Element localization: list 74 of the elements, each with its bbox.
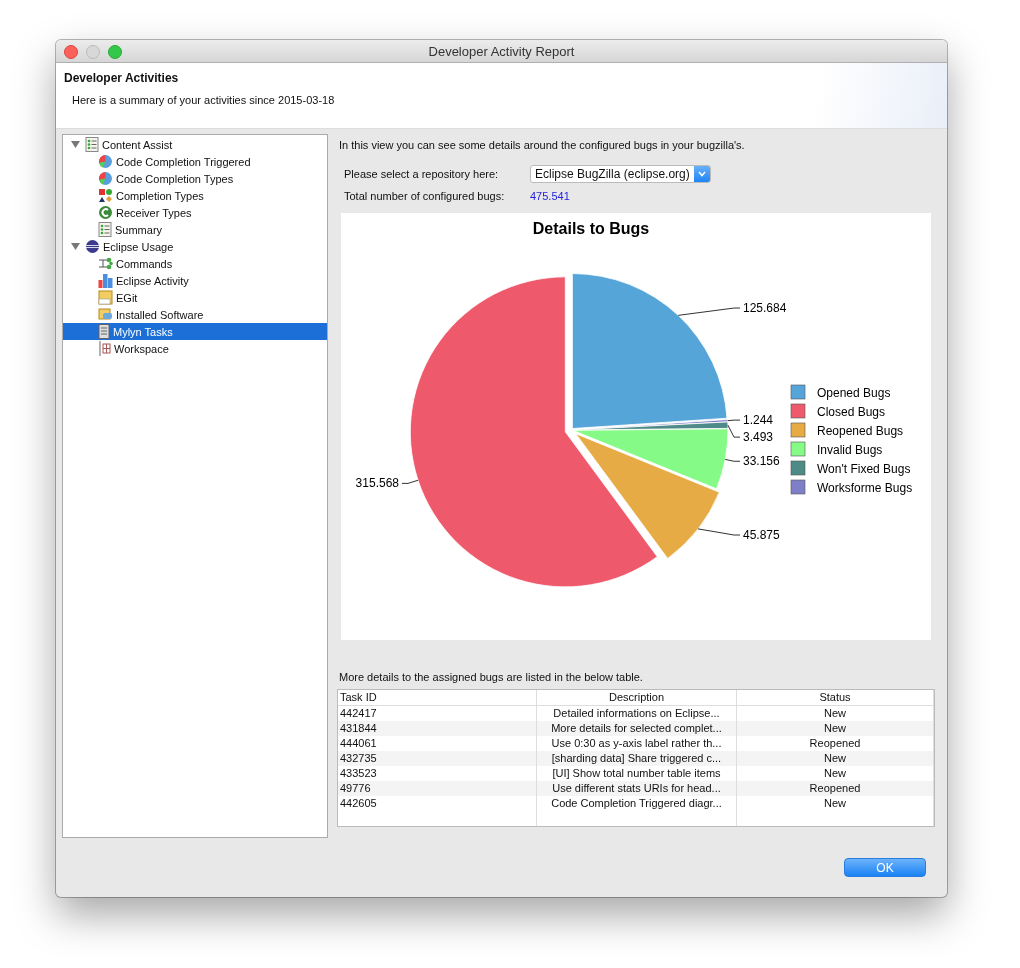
tree-item[interactable]: Mylyn Tasks [63, 323, 327, 340]
repository-dropdown[interactable]: Eclipse BugZilla (eclipse.org) [530, 165, 711, 183]
column-header[interactable]: Description [537, 690, 737, 705]
zoom-button[interactable] [108, 45, 122, 59]
window-title: Developer Activity Report [428, 43, 575, 59]
leader-line [727, 419, 741, 422]
header-title: Developer Activities [64, 71, 180, 85]
slice-value-label: 1.244 [743, 413, 774, 428]
globe-icon [85, 239, 100, 254]
table-cell: New [737, 796, 934, 811]
grid-icon [98, 341, 111, 356]
connector-icon [98, 256, 113, 271]
total-value: 475.541 [530, 190, 570, 202]
tree-item[interactable]: Completion Types [63, 187, 327, 204]
document-icon [98, 324, 110, 339]
expand-triangle-icon[interactable] [71, 140, 82, 149]
tree-item[interactable]: EGit [63, 289, 327, 306]
column-header[interactable]: Status [737, 690, 934, 705]
intro-text: In this view you can see some details around the configured bugs in your bugzilla's. [338, 138, 746, 153]
table-cell: [sharding data] Share triggered c... [537, 751, 737, 766]
tree-item[interactable]: Code Completion Triggered [63, 153, 327, 170]
slice-value-label: 125.684 [743, 301, 787, 316]
tree-item[interactable]: Summary [63, 221, 327, 238]
tree-item[interactable]: Eclipse Activity [63, 272, 327, 289]
pie-chart-icon [98, 171, 113, 186]
header-subtitle: Here is a summary of your activities since 2015-03-18 [72, 94, 336, 106]
folder-icon [98, 290, 113, 305]
table-cell: Code Completion Triggered diagr... [537, 796, 737, 811]
tree-item[interactable]: Code Completion Types [63, 170, 327, 187]
leader-line [677, 307, 741, 316]
expand-triangle-icon[interactable] [71, 242, 82, 251]
table-cell: New [737, 751, 934, 766]
pie-chart-icon [98, 154, 113, 169]
slice-value-label: 315.568 [355, 476, 399, 491]
c-circle-icon [98, 205, 113, 220]
close-button[interactable] [64, 45, 78, 59]
tree-item[interactable]: Commands [63, 255, 327, 272]
table-cell: 49776 [338, 781, 537, 796]
legend-label: Closed Bugs [817, 405, 886, 419]
total-label: Total number of configured bugs: [344, 190, 506, 202]
column-header[interactable]: Task ID [338, 690, 537, 705]
legend-label: Invalid Bugs [817, 443, 883, 457]
table-cell: Reopened [737, 781, 934, 796]
legend-label: Won't Fixed Bugs [817, 462, 911, 476]
table-cell: More details for selected complet... [537, 721, 737, 736]
table-cell: 432735 [338, 751, 537, 766]
list-icon [98, 222, 112, 237]
table-cell: New [737, 721, 934, 736]
chart-title: Details to Bugs [532, 220, 650, 237]
tree-item[interactable]: Receiver Types [63, 204, 327, 221]
legend-label: Worksforme Bugs [817, 481, 913, 495]
shapes-icon [98, 188, 113, 203]
leader-line [401, 479, 419, 484]
tree-item[interactable]: Content Assist [63, 136, 327, 153]
tree-item[interactable]: Installed Software [63, 306, 327, 323]
table-cell: 431844 [338, 721, 537, 736]
table-cell: 442605 [338, 796, 537, 811]
bar-chart-icon [98, 273, 113, 288]
leader-line [724, 458, 741, 462]
legend-label: Opened Bugs [817, 386, 891, 400]
dropdown-caret-icon [693, 166, 710, 182]
legend-label: Reopened Bugs [817, 424, 904, 438]
list-icon [85, 137, 99, 152]
package-icon [98, 307, 113, 322]
table-cell: Use different stats URIs for head... [537, 781, 737, 796]
tree-item[interactable]: Workspace [63, 340, 327, 357]
slice-value-label: 45.875 [743, 528, 780, 542]
table-caption: More details to the assigned bugs are listed in the below table. [338, 671, 644, 685]
leader-line [697, 528, 741, 536]
slice-value-label: 33.156 [743, 454, 780, 469]
leader-line [727, 424, 741, 438]
tree-item[interactable]: Eclipse Usage [63, 238, 327, 255]
repository-label: Please select a repository here: [344, 168, 500, 180]
slice-value-label: 3.493 [743, 430, 774, 445]
